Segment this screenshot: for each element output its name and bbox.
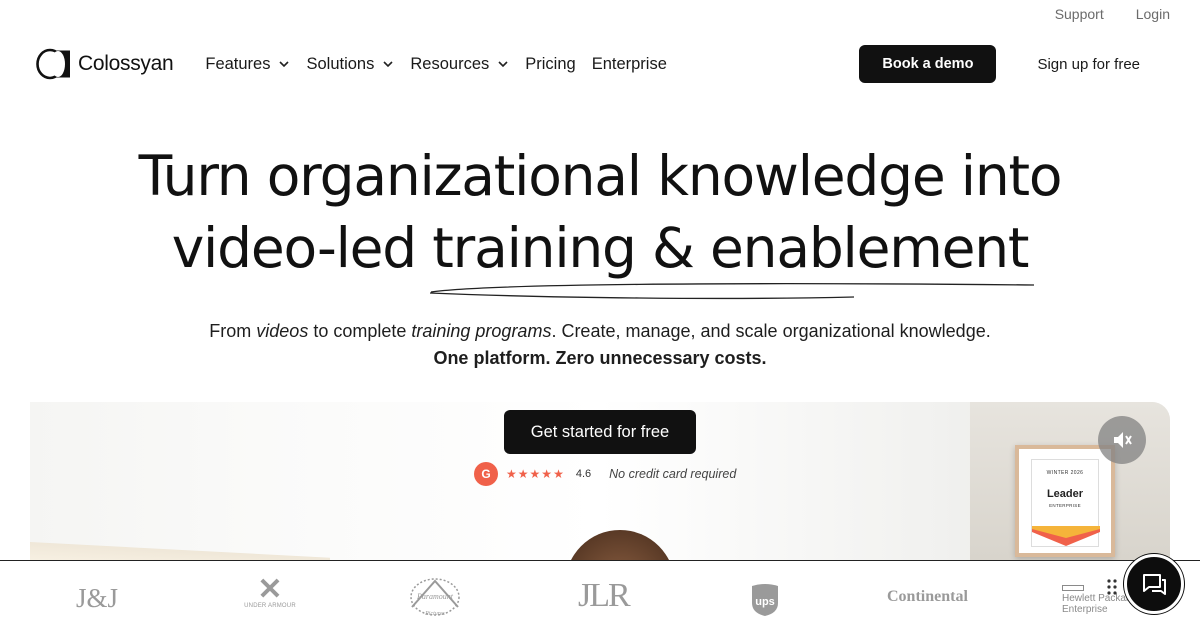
video-presenter — [565, 530, 675, 560]
hpe-line1: Hewlett Packard — [1062, 593, 1135, 604]
rating-score: 4.6 — [575, 468, 592, 480]
hpe-line2: Enterprise — [1062, 604, 1108, 615]
nav-item-label: Features — [205, 54, 271, 73]
nav-item-resources[interactable]: Resources — [410, 55, 509, 74]
nav-item-label: Pricing — [525, 54, 576, 73]
g2-leader-badge: WINTER 2026 Leader ENTERPRISE — [1015, 445, 1115, 557]
rating-row: G ★ ★ ★ ★ ★ 4.6 No credit card required — [474, 462, 736, 486]
paramount-script: Paramount — [416, 592, 454, 601]
nav-item-enterprise[interactable]: Enterprise — [592, 55, 667, 74]
login-link[interactable]: Login — [1136, 6, 1170, 22]
signup-link[interactable]: Sign up for free — [1037, 56, 1140, 73]
drag-dots-icon[interactable] — [1106, 578, 1118, 596]
rating-stars: ★ ★ ★ ★ ★ — [506, 468, 564, 480]
chevron-down-icon — [498, 61, 508, 68]
support-link[interactable]: Support — [1055, 6, 1104, 22]
star-icon: ★ — [517, 467, 529, 481]
logo-under-armour: ✕ UNDER ARMOUR — [240, 573, 300, 610]
g2-icon: G — [474, 462, 498, 486]
chevron-down-icon — [383, 61, 393, 68]
brand-name: Colossyan — [78, 52, 174, 75]
star-icon: ★ — [553, 467, 564, 481]
utility-bar: Support Login — [1055, 6, 1170, 22]
badge-stripe — [1032, 526, 1100, 546]
under-armour-icon: ✕ — [257, 573, 283, 606]
brand-logo[interactable]: Colossyan — [36, 48, 174, 80]
hero-headline-line1: Turn organizational knowledge into — [138, 144, 1063, 208]
badge-title: Leader — [1046, 488, 1084, 500]
chat-icon — [1143, 574, 1166, 595]
sub-programs: training programs — [411, 321, 552, 341]
logo-johnson-johnson: J&J — [76, 583, 119, 613]
nav-item-pricing[interactable]: Pricing — [525, 55, 575, 74]
nav-item-label: Resources — [410, 54, 490, 73]
logo-ups: ups — [752, 584, 778, 616]
under-armour-text: UNDER ARMOUR — [244, 603, 296, 609]
get-started-button[interactable]: Get started for free — [504, 410, 696, 454]
sub-to: to complete — [308, 321, 412, 341]
mute-icon — [1114, 432, 1132, 448]
sub-tagline: One platform. Zero unnecessary costs. — [433, 348, 767, 368]
hero-headline-line2: video-led training & enablement — [171, 216, 1030, 280]
logo-jlr: JLR — [578, 577, 631, 614]
star-icon: ★ — [506, 467, 517, 481]
book-demo-button[interactable]: Book a demo — [859, 45, 997, 83]
hero-subheadline: From videos to complete training program… — [0, 318, 1200, 372]
chevron-down-icon — [279, 61, 290, 68]
chat-launcher-button[interactable] — [1124, 554, 1184, 614]
mute-button[interactable] — [1098, 416, 1146, 464]
sub-videos: videos — [256, 321, 309, 341]
nav-menu: Features Solutions Resources Pricing Ent… — [205, 55, 667, 74]
headline-underline-swoosh — [429, 283, 1035, 300]
customer-logos: J&J ✕ UNDER ARMOUR Paramount Pictures JL… — [0, 560, 1200, 630]
ups-text: ups — [755, 596, 775, 608]
sub-rest: . Create, manage, and scale organization… — [551, 321, 991, 341]
nav-item-features[interactable]: Features — [205, 55, 290, 74]
nav-item-label: Enterprise — [591, 54, 667, 73]
star-icon: ★ — [541, 467, 553, 481]
nav-actions: Book a demo Sign up for free — [859, 45, 1164, 83]
badge-card: WINTER 2026 Leader ENTERPRISE — [1031, 459, 1100, 547]
paramount-sub: Pictures — [424, 611, 445, 617]
logo-continental: Continental — [887, 588, 968, 605]
nav-item-solutions[interactable]: Solutions — [306, 55, 394, 74]
no-credit-card-note: No credit card required — [609, 467, 737, 481]
hpe-mark-icon — [1062, 585, 1084, 591]
logo-paramount: Paramount Pictures — [410, 578, 460, 617]
nav-item-label: Solutions — [306, 54, 375, 73]
main-nav: Colossyan Features Solutions Resources P… — [36, 42, 1164, 86]
video-scene-ceiling — [30, 542, 330, 560]
sub-from: From — [209, 321, 257, 341]
badge-segment: ENTERPRISE — [1049, 503, 1081, 508]
hero-headline: Turn organizational knowledge into video… — [0, 140, 1200, 284]
colossyan-logo-icon — [36, 48, 70, 80]
star-icon: ★ — [529, 467, 541, 481]
badge-season: WINTER 2026 — [1046, 470, 1084, 476]
